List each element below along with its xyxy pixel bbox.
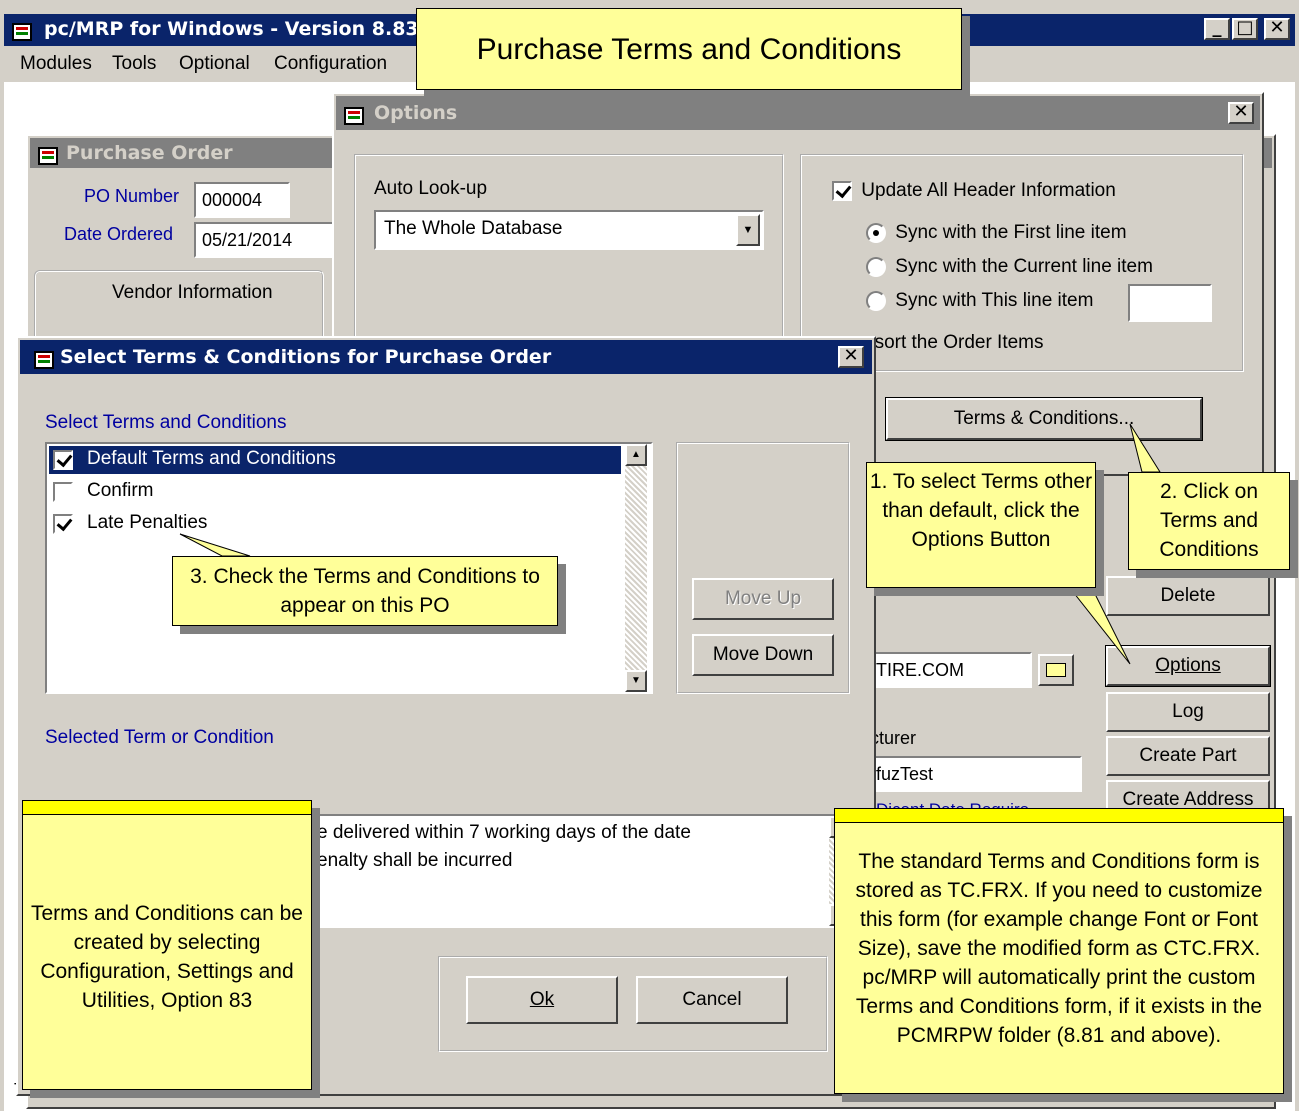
selected-term-label: Selected Term or Condition xyxy=(45,727,274,748)
sync-first-radio[interactable] xyxy=(866,222,886,243)
term-text-line2: enalty shall be incurred xyxy=(317,850,513,871)
sync-this-label: Sync with This line item xyxy=(895,290,1094,311)
close-button[interactable]: ✕ xyxy=(1264,18,1290,40)
create-part-button[interactable]: Create Part xyxy=(1106,736,1270,776)
dropdown-arrow-icon[interactable]: ▼ xyxy=(736,214,760,246)
email-field[interactable]: TIRE.COM xyxy=(870,652,1032,688)
callout-step1-text: 1. To select Terms other than default, c… xyxy=(869,470,1093,551)
ok-button[interactable]: Ok xyxy=(466,976,618,1024)
menu-optional[interactable]: Optional xyxy=(179,53,250,75)
delete-button[interactable]: Delete xyxy=(1106,576,1270,616)
scroll-down-icon[interactable]: ▼ xyxy=(625,670,647,692)
manufacturer-label: cturer xyxy=(870,728,917,748)
callout-step2-text: 2. Click on Terms and Conditions xyxy=(1159,480,1259,561)
terms-title: Select Terms & Conditions for Purchase O… xyxy=(60,346,552,368)
date-ordered-field[interactable]: 05/21/2014 xyxy=(194,222,334,258)
title-banner: Purchase Terms and Conditions xyxy=(416,8,962,90)
options-close-button[interactable]: ✕ xyxy=(1228,102,1254,124)
move-up-button[interactable]: Move Up xyxy=(692,578,834,620)
scroll-up-icon[interactable]: ▲ xyxy=(625,444,647,466)
callout-config-body: Terms and Conditions can be created by s… xyxy=(27,899,307,1015)
auto-lookup-label: Auto Look-up xyxy=(374,178,488,199)
po-number-label: PO Number xyxy=(84,186,180,206)
menu-tools[interactable]: Tools xyxy=(112,53,156,75)
vendor-info-label: Vendor Information xyxy=(112,282,273,303)
callout-step2: 2. Click on Terms and Conditions xyxy=(1128,472,1290,570)
menu-configuration[interactable]: Configuration xyxy=(274,53,387,75)
options-title-bar: Options ✕ xyxy=(336,96,1260,130)
options-button[interactable]: Options xyxy=(1105,645,1271,687)
terms-close-button[interactable]: ✕ xyxy=(838,346,864,368)
po-app-icon xyxy=(38,146,58,165)
app-icon xyxy=(12,22,32,41)
maximize-button[interactable]: □ xyxy=(1232,18,1258,40)
menu-modules[interactable]: Modules xyxy=(20,53,92,75)
email-edit-button[interactable] xyxy=(1038,654,1074,686)
confirm-checkbox[interactable] xyxy=(53,481,73,502)
options-app-icon xyxy=(344,106,364,125)
callout-step3-text: 3. Check the Terms and Conditions to app… xyxy=(190,565,540,617)
sync-this-row[interactable]: Sync with This line item xyxy=(866,290,1093,312)
options-title: Options xyxy=(374,102,458,124)
po-title: Purchase Order xyxy=(66,142,233,164)
default-terms-label: Default Terms and Conditions xyxy=(87,448,336,469)
late-penalties-checkbox[interactable] xyxy=(53,513,73,534)
po-number-field[interactable]: 000004 xyxy=(194,182,290,218)
sync-first-row[interactable]: Sync with the First line item xyxy=(866,222,1127,244)
update-header-label: Update All Header Information xyxy=(861,180,1116,201)
auto-lookup-select[interactable]: The Whole Database ▼ xyxy=(374,210,764,250)
move-down-button[interactable]: Move Down xyxy=(692,634,834,676)
callout-step3: 3. Check the Terms and Conditions to app… xyxy=(172,556,558,626)
list-item[interactable]: Confirm xyxy=(49,478,621,506)
date-ordered-label: Date Ordered xyxy=(64,224,174,244)
minimize-button[interactable]: _ xyxy=(1204,18,1230,40)
callout-config-topbar xyxy=(23,801,311,815)
log-button[interactable]: Log xyxy=(1106,692,1270,732)
resort-label: esort the Order Items xyxy=(864,332,1044,353)
callout-frx-topbar xyxy=(835,809,1283,823)
sync-line-number-field[interactable] xyxy=(1128,284,1212,322)
terms-list-scrollbar[interactable]: ▲ ▼ xyxy=(625,444,647,692)
note-icon xyxy=(1046,663,1066,677)
callout-config-note: Terms and Conditions can be created by s… xyxy=(22,800,312,1090)
sync-this-radio[interactable] xyxy=(866,290,886,311)
confirm-label: Confirm xyxy=(87,480,154,501)
sync-current-radio[interactable] xyxy=(866,256,886,277)
cancel-button[interactable]: Cancel xyxy=(636,976,788,1024)
sync-current-row[interactable]: Sync with the Current line item xyxy=(866,256,1153,278)
callout-frx-note: The standard Terms and Conditions form i… xyxy=(834,808,1284,1094)
terms-app-icon xyxy=(34,350,54,369)
terms-conditions-button[interactable]: Terms & Conditions... xyxy=(885,397,1203,441)
callout-config-text: Terms and Conditions can be created by s… xyxy=(31,902,303,1012)
title-banner-text: Purchase Terms and Conditions xyxy=(476,33,902,66)
callout-step1: 1. To select Terms other than default, c… xyxy=(866,462,1096,588)
sync-current-label: Sync with the Current line item xyxy=(895,256,1153,277)
main-title: pc/MRP for Windows - Version 8.83G xyxy=(44,18,435,40)
default-terms-checkbox[interactable] xyxy=(53,449,73,470)
select-terms-label: Select Terms and Conditions xyxy=(45,412,287,433)
callout-frx-text: The standard Terms and Conditions form i… xyxy=(855,850,1263,1047)
update-header-checkbox[interactable] xyxy=(832,180,852,201)
callout-frx-body: The standard Terms and Conditions form i… xyxy=(841,847,1277,1050)
late-penalties-label: Late Penalties xyxy=(87,512,208,533)
terms-title-bar: Select Terms & Conditions for Purchase O… xyxy=(20,340,872,374)
manufacturer-field[interactable]: fuzTest xyxy=(870,756,1082,792)
list-item[interactable]: Late Penalties xyxy=(49,510,621,538)
sync-first-label: Sync with the First line item xyxy=(895,222,1127,243)
term-text-line1: e delivered within 7 working days of the… xyxy=(317,822,691,843)
list-item[interactable]: Default Terms and Conditions xyxy=(49,446,621,474)
update-header-row[interactable]: Update All Header Information xyxy=(832,180,1116,202)
